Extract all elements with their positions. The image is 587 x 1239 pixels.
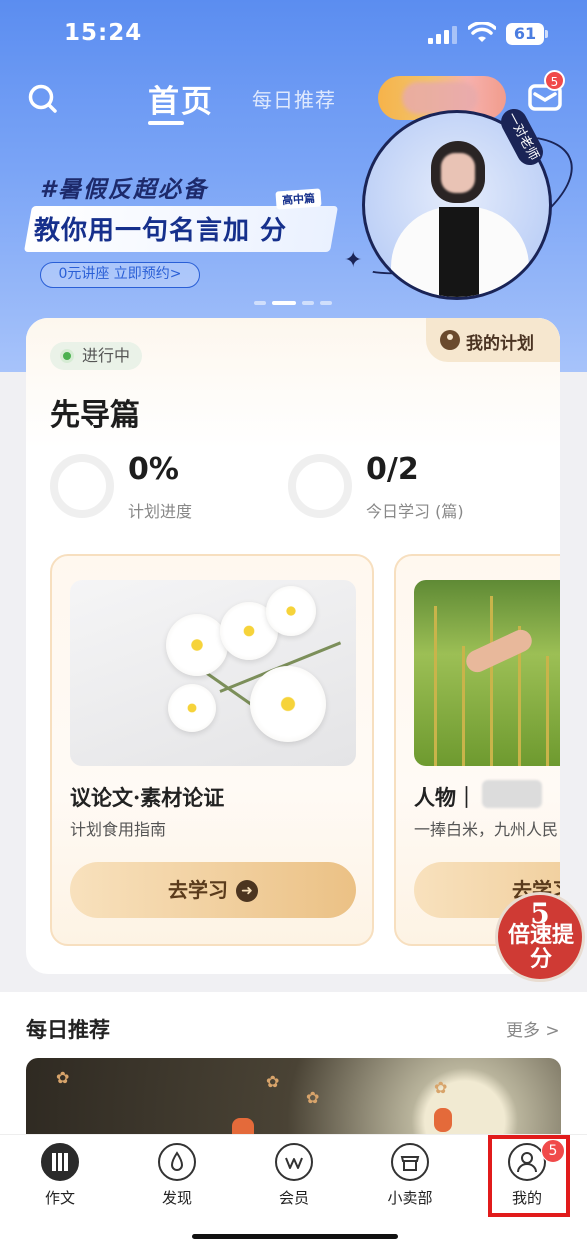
speed-boost-badge[interactable]: 5 倍速提分 <box>495 892 585 982</box>
book-icon <box>41 1143 79 1181</box>
tab-label: 发现 <box>161 1189 192 1207</box>
course-title: 议论文·素材论证 <box>70 785 225 810</box>
daily-title: 每日推荐 <box>26 1018 110 1042</box>
my-plan-button[interactable]: 我的计划 <box>426 318 560 362</box>
progress-value: 0% <box>128 452 179 487</box>
tab-label: 会员 <box>278 1189 309 1207</box>
tab-membership[interactable]: 会员 <box>254 1143 334 1213</box>
tab-composition[interactable]: 作文 <box>20 1143 100 1213</box>
start-study-label: 去学习 <box>168 878 228 902</box>
tab-discover[interactable]: 发现 <box>137 1143 217 1213</box>
tab-shop[interactable]: 小卖部 <box>370 1143 450 1213</box>
tab-home[interactable]: 首页 <box>148 76 214 121</box>
course-subtitle: 计划食用指南 <box>70 820 167 839</box>
course-image-flowers <box>70 580 356 766</box>
course-title: 人物｜ <box>414 785 477 810</box>
course-card[interactable]: 人物｜ 一捧白米，九州人民 去学习➜ <box>394 554 560 946</box>
mail-badge: 5 <box>544 70 565 91</box>
plan-title: 先导篇 <box>50 398 140 433</box>
banner-level-tag: 高中篇 <box>275 188 322 210</box>
drop-icon <box>158 1143 196 1181</box>
study-plan-card: 我的计划 进行中 先导篇 0% 计划进度 0/2 今日学习 (篇) 议论文·素材… <box>26 318 560 974</box>
progress-ring <box>50 454 114 518</box>
battery-icon: 61 <box>506 23 548 45</box>
sparkle-icon: ✦ <box>344 248 363 273</box>
my-plan-label: 我的计划 <box>466 334 534 354</box>
today-label: 今日学习 (篇) <box>366 502 464 521</box>
wifi-icon <box>468 22 496 42</box>
user-icon <box>440 330 460 350</box>
arrow-right-icon: ➜ <box>236 880 258 902</box>
course-image-rice-field <box>414 580 560 766</box>
speed-text: 倍速提分 <box>507 922 574 972</box>
more-link[interactable]: 更多 > <box>506 1016 560 1041</box>
crown-icon <box>275 1143 313 1181</box>
status-bar: 15:24 61 <box>0 0 587 66</box>
start-study-button[interactable]: 去学习 ➜ <box>70 862 356 918</box>
banner-cta-button[interactable]: 0元讲座 立即预约> <box>40 262 200 288</box>
course-card[interactable]: 议论文·素材论证 计划食用指南 去学习 ➜ <box>50 554 374 946</box>
tab-daily-recommend[interactable]: 每日推荐 <box>252 84 336 113</box>
tab-home-indicator <box>148 121 184 125</box>
highlight-box <box>488 1135 570 1217</box>
shop-icon <box>391 1143 429 1181</box>
status-time: 15:24 <box>64 20 143 46</box>
status-dot-icon <box>60 349 74 363</box>
status-text: 进行中 <box>82 346 131 365</box>
status-badge: 进行中 <box>50 342 143 370</box>
tab-label: 作文 <box>44 1189 75 1207</box>
search-icon[interactable] <box>26 82 60 116</box>
banner-tag: #暑假反超必备 <box>40 177 209 203</box>
course-subtitle: 一捧白米，九州人民 <box>414 820 559 839</box>
progress-label: 计划进度 <box>128 502 193 521</box>
daily-recommend-section: 每日推荐 更多 > ✿ ✿ ✿ ✿ <box>0 992 587 1148</box>
blurred-text <box>482 780 542 808</box>
today-value: 0/2 <box>366 452 419 487</box>
signal-icon <box>428 26 458 44</box>
banner-pagination <box>254 301 334 305</box>
home-indicator <box>192 1234 398 1239</box>
tab-label: 小卖部 <box>387 1189 433 1207</box>
banner-title: 教你用一句名言加 分 <box>34 216 288 246</box>
today-ring <box>288 454 352 518</box>
